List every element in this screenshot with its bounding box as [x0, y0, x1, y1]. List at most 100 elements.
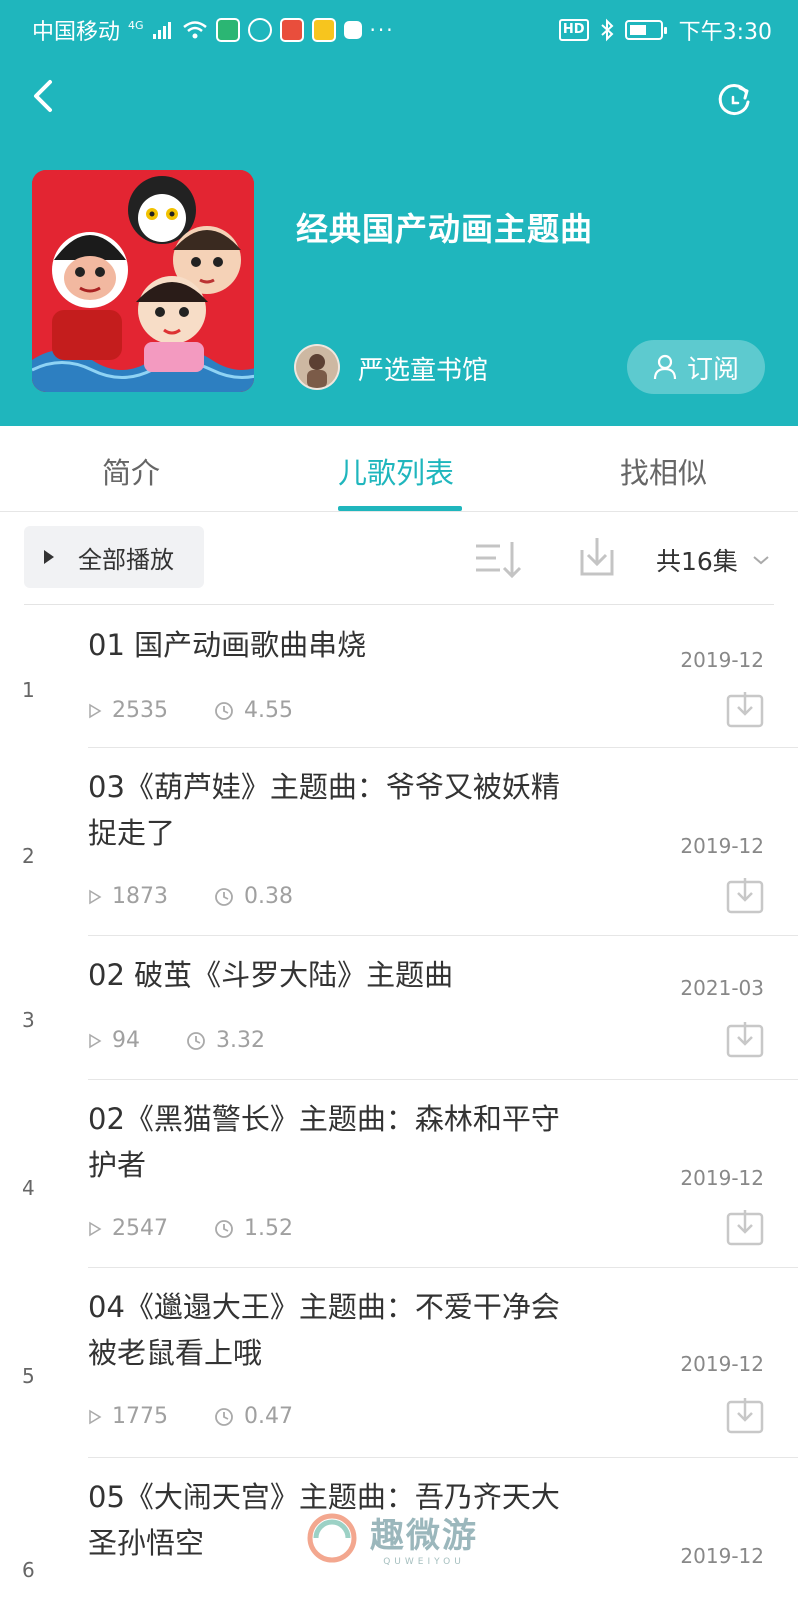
battery-icon: [624, 20, 667, 40]
list-toolbar: 全部播放 共16集: [0, 512, 798, 606]
watermark-text: 趣微游: [370, 1516, 478, 1556]
status-bar: 中国移动 4G ··· HD 下午3:30: [0, 0, 798, 56]
clock-time: 下午3:30: [678, 20, 772, 45]
tab-bar: 简介 儿歌列表 找相似: [0, 426, 798, 512]
more-notifications-icon: ···: [369, 18, 395, 42]
active-tab-indicator: [338, 506, 462, 511]
track-stats: 1873 0.38: [88, 884, 293, 909]
track-duration: 3.32: [216, 1028, 265, 1053]
track-index: 1: [22, 678, 35, 702]
download-icon[interactable]: [726, 1020, 764, 1058]
play-count: 1873: [112, 884, 168, 909]
track-date: 2019-12: [680, 1352, 764, 1376]
album-header: 中国移动 4G ··· HD 下午3:30 经典国产动画主题曲 严选童书馆 订阅: [0, 0, 798, 426]
track-title: 02《黑猫警长》主题曲：森林和平守护者: [88, 1102, 560, 1182]
refresh-icon: [718, 84, 750, 116]
wifi-icon: [182, 21, 207, 39]
network-type: 4G: [128, 18, 144, 32]
track-index: 2: [22, 844, 35, 868]
track-index: 3: [22, 1008, 35, 1032]
play-count-icon: [89, 703, 102, 718]
hd-badge: HD: [558, 19, 589, 41]
play-count-icon: [89, 1033, 102, 1048]
download-icon: [580, 538, 614, 576]
author-name[interactable]: 严选童书馆: [358, 350, 488, 387]
track-row[interactable]: 5 04《邋遢大王》主题曲：不爱干净会被老鼠看上哦 2019-12 1775 0…: [0, 1268, 798, 1458]
play-count-icon: [89, 1221, 102, 1236]
download-icon[interactable]: [726, 1208, 764, 1246]
track-duration: 4.55: [244, 698, 293, 723]
download-all-button[interactable]: [574, 534, 620, 580]
subscribe-label: 订阅: [686, 354, 739, 385]
watermark-text-group: 趣微游 QUWEIYOU: [370, 1508, 478, 1567]
track-duration: 0.47: [244, 1404, 293, 1429]
clock-icon: [215, 887, 233, 906]
episode-count-selector[interactable]: 共16集: [656, 542, 770, 578]
track-date: 2019-12: [680, 1166, 764, 1190]
track-stats: 94 3.32: [88, 1028, 265, 1053]
track-date: 2021-03: [680, 976, 764, 1000]
play-all-label: 全部播放: [78, 545, 174, 574]
sort-button[interactable]: [474, 538, 528, 582]
app-icon-2: [247, 18, 272, 42]
app-icon-1: [215, 18, 240, 42]
track-stats: 2535 4.55: [88, 698, 293, 723]
status-bar-left: 中国移动 4G ···: [32, 14, 395, 46]
track-title: 04《邋遢大王》主题曲：不爱干净会被老鼠看上哦: [88, 1290, 560, 1370]
track-title: 01 国产动画歌曲串烧: [88, 628, 367, 662]
status-bar-right: HD 下午3:30: [558, 14, 772, 46]
user-icon: [653, 354, 677, 380]
bluetooth-icon: [600, 18, 614, 42]
track-index: 4: [22, 1176, 35, 1200]
track-stats: 1775 0.47: [88, 1404, 293, 1429]
episode-count: 共16集: [656, 547, 738, 576]
sort-icon: [476, 542, 522, 579]
watermark-icon: [307, 1513, 357, 1562]
play-count: 1775: [112, 1404, 168, 1429]
track-duration: 1.52: [244, 1216, 293, 1241]
track-row[interactable]: 4 02《黑猫警长》主题曲：森林和平守护者 2019-12 2547 1.52: [0, 1080, 798, 1268]
clock-icon: [215, 1407, 233, 1426]
clock-icon: [187, 1031, 205, 1050]
refresh-button[interactable]: [712, 78, 756, 122]
tab-song-list[interactable]: 儿歌列表: [338, 450, 454, 492]
download-icon[interactable]: [726, 690, 764, 728]
app-icon-3: [279, 18, 304, 42]
download-icon[interactable]: [726, 876, 764, 914]
album-cover: [32, 170, 254, 392]
play-count: 2535: [112, 698, 168, 723]
divider: [24, 604, 774, 605]
track-date: 2019-12: [680, 834, 764, 858]
book-icon: [343, 21, 362, 39]
watermark-subtext: QUWEIYOU: [383, 1557, 465, 1567]
track-row[interactable]: 1 01 国产动画歌曲串烧 2019-12 2535 4.55: [0, 606, 798, 748]
track-index: 6: [22, 1558, 35, 1582]
subscribe-button[interactable]: 订阅: [627, 340, 765, 394]
signal-icon: [152, 22, 171, 39]
track-stats: 2547 1.52: [88, 1216, 293, 1241]
track-date: 2019-12: [680, 1544, 764, 1568]
weibo-icon: [311, 18, 336, 42]
track-row[interactable]: 2 03《葫芦娃》主题曲：爷爷又被妖精捉走了 2019-12 1873 0.38: [0, 748, 798, 936]
carrier-name: 中国移动: [32, 20, 121, 45]
track-index: 5: [22, 1364, 35, 1388]
track-date: 2019-12: [680, 648, 764, 672]
album-title: 经典国产动画主题曲: [296, 210, 594, 248]
play-count-icon: [89, 1409, 102, 1424]
track-row[interactable]: 3 02 破茧《斗罗大陆》主题曲 2021-03 94 3.32: [0, 936, 798, 1080]
track-duration: 0.38: [244, 884, 293, 909]
chevron-down-icon: [753, 556, 769, 565]
download-icon[interactable]: [726, 1396, 764, 1434]
track-title: 03《葫芦娃》主题曲：爷爷又被妖精捉走了: [88, 770, 560, 850]
play-all-button[interactable]: 全部播放: [24, 526, 204, 588]
avatar-image: [296, 346, 338, 388]
tab-similar[interactable]: 找相似: [620, 450, 707, 492]
watermark-logo: 趣微游 QUWEIYOU: [306, 1508, 478, 1567]
back-button[interactable]: [24, 74, 64, 118]
play-count: 94: [112, 1028, 140, 1053]
cartoon-characters-image: [32, 170, 254, 392]
author-avatar[interactable]: [294, 344, 340, 390]
tab-intro[interactable]: 简介: [102, 450, 160, 492]
clock-icon: [215, 701, 233, 720]
clock-icon: [215, 1219, 233, 1238]
